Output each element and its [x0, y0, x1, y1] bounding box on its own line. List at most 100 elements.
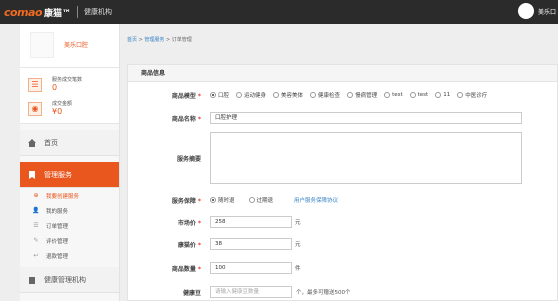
guarantee-option-expired[interactable]: 过期退	[248, 196, 274, 204]
row-guarantee: 服务保障 * 随时退 过期退 用户服务保障协议	[128, 195, 558, 205]
sidebar-subitem-orders[interactable]: ☰ 订单管理	[20, 218, 119, 233]
sidebar-subitem-create-service[interactable]: ⊕ 我要创建服务	[20, 188, 119, 203]
model-radio-group: 口腔 运动健身 美容美体 健康检查 慢病管理 test test 11 中医诊疗	[210, 91, 494, 99]
radio-label: 慢病管理	[355, 93, 378, 99]
stat-label: 成交金额	[52, 101, 73, 107]
label-text: 服务保障	[171, 197, 196, 205]
guarantee-label: 服务保障 *	[128, 196, 201, 205]
list-icon: ☰	[33, 222, 39, 229]
breadcrumb-sep: >	[164, 37, 172, 43]
user-menu[interactable]: 美乐口	[517, 3, 558, 19]
bean-label: 健康豆	[182, 289, 201, 297]
radio-circle[interactable]	[210, 197, 216, 203]
health-beans-input[interactable]: 请输入健康豆数量	[210, 286, 292, 298]
radio-circle[interactable]	[310, 92, 317, 98]
sidebar-item-home[interactable]: 首页	[20, 130, 119, 156]
bookmark-icon	[29, 170, 35, 179]
health-beans-hint: 个，最多可赠送500个	[296, 290, 351, 296]
subitem-label: 我的服务	[46, 208, 69, 215]
model-option[interactable]: test	[409, 92, 429, 98]
row-name: 商品名称 * 口腔护理	[128, 111, 558, 125]
model-option[interactable]: 健康检查	[310, 91, 340, 99]
radio-circle[interactable]	[347, 92, 354, 98]
label-text: 商品模型	[171, 92, 196, 100]
money-icon: ◉	[28, 102, 42, 116]
radio-label: 运动健身	[244, 93, 267, 99]
profile-card: 美乐口腔	[20, 24, 119, 68]
label-text: 市场价	[177, 219, 196, 227]
radio-label: 口腔	[218, 93, 230, 99]
row-market-price: 市场价 * 258 元	[128, 215, 558, 229]
required-mark: *	[197, 265, 201, 273]
radio-circle[interactable]	[457, 92, 464, 98]
breadcrumb-home[interactable]: 首页	[127, 37, 137, 43]
profile-name[interactable]: 美乐口腔	[64, 40, 88, 49]
model-option[interactable]: test	[384, 92, 403, 98]
subitem-label: 评价管理	[46, 238, 69, 245]
model-option[interactable]: 口腔	[210, 91, 229, 99]
top-bar: comao 康猫™ 健康机构 美乐口	[0, 0, 558, 24]
radio-circle[interactable]	[435, 92, 442, 98]
required-mark: *	[197, 92, 201, 100]
guarantee-agreement-link[interactable]: 用户服务保障协议	[294, 196, 338, 204]
sidebar-item-manage-services[interactable]: 管理服务	[20, 162, 119, 188]
model-option[interactable]: 慢病管理	[347, 91, 377, 99]
sidebar-item-health-org[interactable]: 健康管理机构	[20, 267, 119, 293]
model-option[interactable]: 运动健身	[236, 91, 266, 99]
required-mark: *	[197, 219, 201, 227]
service-summary-textarea[interactable]	[210, 132, 522, 184]
plus-circle-icon: ⊕	[33, 192, 39, 199]
product-name-input[interactable]: 口腔护理	[210, 112, 522, 124]
stat-amount: ◉ 成交金额 ¥0	[28, 100, 118, 120]
radio-circle[interactable]	[248, 197, 255, 203]
subitem-label: 我要创建服务	[46, 193, 80, 200]
sidebar-subitem-reviews[interactable]: ✎ 评价管理	[20, 233, 119, 248]
required-mark: *	[197, 115, 201, 123]
radio-label: 过期退	[256, 198, 274, 204]
radio-circle[interactable]	[384, 92, 391, 98]
breadcrumb-current: 订单管理	[171, 37, 192, 43]
unit-label: 件	[295, 266, 301, 272]
model-option[interactable]: 中医诊疗	[457, 91, 487, 99]
required-mark: *	[197, 197, 201, 205]
sidebar-subitem-my-services[interactable]: 👤 我的服务	[20, 203, 119, 218]
user-icon: 👤	[32, 207, 40, 214]
radio-circle[interactable]	[210, 92, 216, 98]
avatar[interactable]	[517, 3, 534, 19]
sidebar: 美乐口腔 ☰ 服务成交笔数 0 ◉ 成交金额 ¥0 首页 管理服务 ⊕ 我要创建…	[20, 24, 120, 301]
edit-icon: ✎	[33, 237, 39, 244]
profile-avatar[interactable]	[30, 32, 54, 58]
market-price-input[interactable]: 258	[210, 216, 292, 228]
row-quantity: 商品数量 * 100 件	[128, 261, 558, 275]
guarantee-option-anytime[interactable]: 随时退	[210, 196, 235, 204]
breadcrumb: 首页 > 管理服务 > 订单管理	[127, 36, 192, 43]
building-icon	[29, 276, 35, 284]
unit-label: 元	[295, 242, 301, 248]
kangmao-price-input[interactable]: 38	[210, 238, 292, 250]
summary-label: 服务摘要	[176, 155, 201, 163]
logo[interactable]: comao 康猫™ 健康机构	[4, 5, 112, 19]
logo-mark: comao	[4, 5, 43, 19]
breadcrumb-section[interactable]: 管理服务	[144, 37, 164, 43]
radio-label: test	[392, 92, 403, 98]
username[interactable]: 美乐口	[538, 7, 556, 16]
radio-circle[interactable]	[236, 92, 243, 98]
product-form-panel: 商品信息 商品模型 * 口腔 运动健身 美容美体 健康检查 慢病管理 test test 11 中…	[127, 64, 558, 301]
name-label: 商品名称 *	[128, 114, 201, 123]
subitem-label: 退款管理	[46, 253, 69, 260]
model-option[interactable]: 11	[435, 92, 450, 98]
sidebar-subitem-refunds[interactable]: ↩ 退款管理	[20, 248, 119, 263]
logo-text: 康猫™	[44, 8, 72, 19]
site-subtitle: 健康机构	[84, 8, 113, 16]
row-model: 商品模型 * 口腔 运动健身 美容美体 健康检查 慢病管理 test test 11 中医诊疗	[128, 89, 558, 101]
sidebar-item-label: 首页	[44, 138, 58, 147]
stat-value: 0	[52, 83, 58, 92]
panel-title: 商品信息	[128, 65, 557, 82]
quantity-input[interactable]: 100	[210, 262, 292, 274]
radio-label: test	[417, 92, 429, 98]
label-text: 康猫价	[177, 241, 196, 249]
model-option[interactable]: 美容美体	[273, 91, 303, 99]
radio-circle[interactable]	[273, 92, 280, 98]
radio-circle[interactable]	[409, 92, 416, 98]
row-price: 康猫价 * 38 元	[128, 237, 558, 251]
